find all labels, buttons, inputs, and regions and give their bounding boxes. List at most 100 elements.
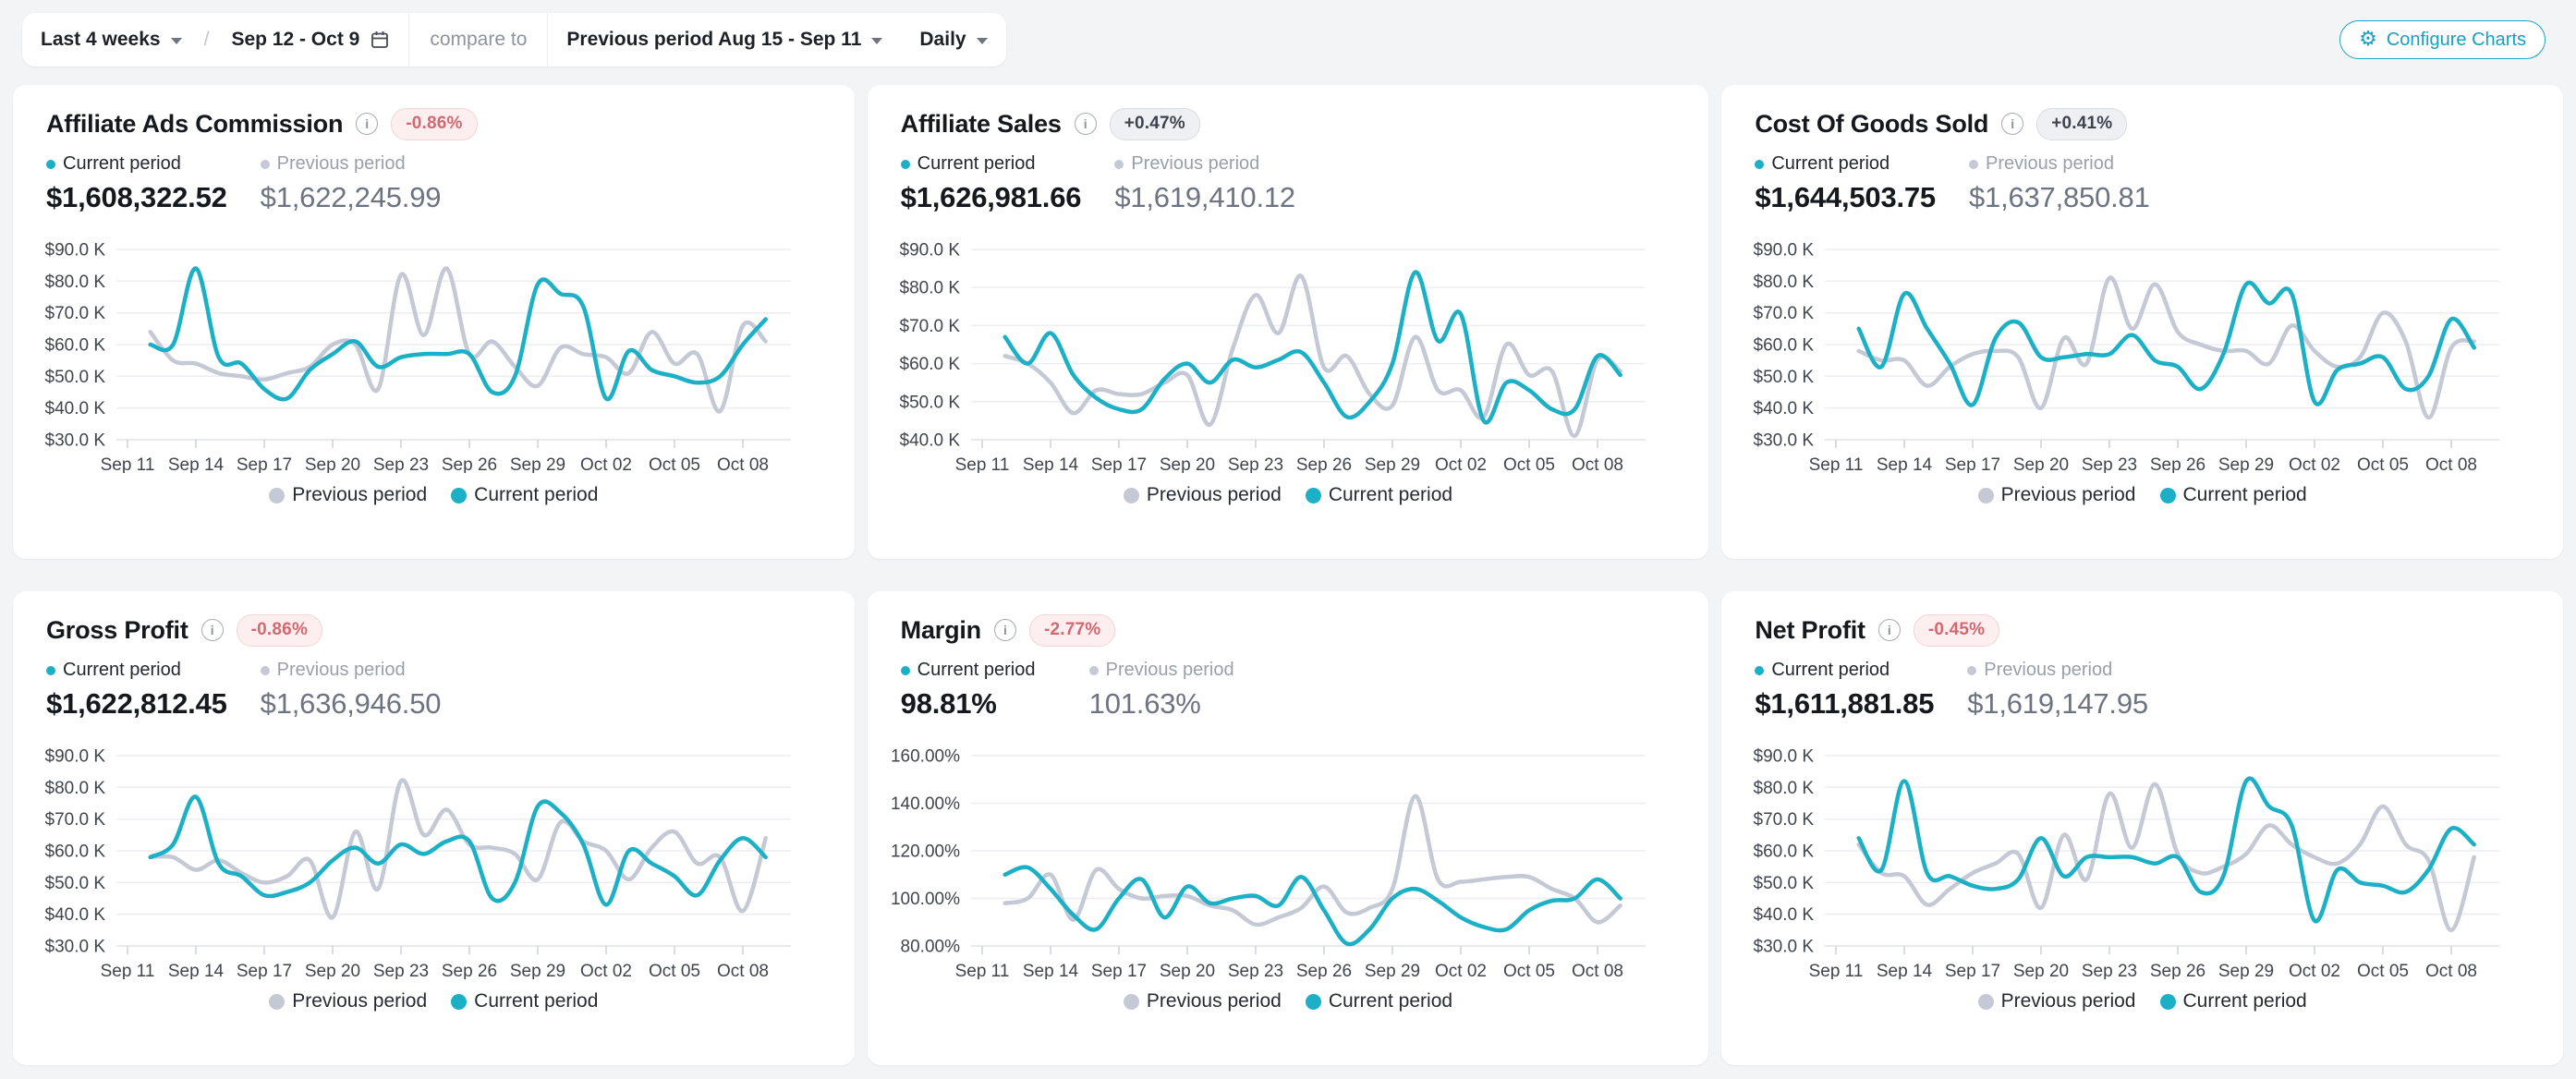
info-icon[interactable]: i xyxy=(201,619,224,641)
legend-item-previous[interactable]: Previous period xyxy=(1978,484,2136,506)
chevron-down-icon xyxy=(171,38,182,44)
svg-text:Sep 29: Sep 29 xyxy=(510,962,565,979)
svg-text:$80.0 K: $80.0 K xyxy=(45,779,106,798)
previous-series-dot-icon xyxy=(1978,488,1994,503)
svg-text:Sep 17: Sep 17 xyxy=(237,962,292,979)
card-title: Margin xyxy=(901,616,981,645)
chart-legend: Previous period Current period xyxy=(1755,990,2530,1012)
svg-text:$70.0 K: $70.0 K xyxy=(45,810,106,830)
current-period-label: Current period xyxy=(917,153,1036,175)
svg-text:$30.0 K: $30.0 K xyxy=(1754,938,1815,957)
info-icon[interactable]: i xyxy=(994,619,1016,641)
svg-text:$40.0 K: $40.0 K xyxy=(45,905,106,925)
current-period-label: Current period xyxy=(1771,153,1889,175)
current-period-dot-icon xyxy=(46,160,55,169)
svg-text:$60.0 K: $60.0 K xyxy=(1754,336,1815,356)
current-period-value: $1,622,812.45 xyxy=(46,687,227,721)
legend-current-label: Current period xyxy=(1329,484,1452,506)
period-stats: Current period $1,622,812.45 Previous pe… xyxy=(46,660,821,721)
current-series-dot-icon xyxy=(451,994,467,1010)
legend-item-previous[interactable]: Previous period xyxy=(269,484,427,506)
current-period-value: $1,626,981.66 xyxy=(901,181,1082,214)
card-title: Affiliate Sales xyxy=(901,110,1062,139)
chart-area: 160.00%140.00%120.00%100.00%80.00%Sep 11… xyxy=(879,745,1676,979)
legend-item-current[interactable]: Current period xyxy=(1306,990,1452,1012)
previous-period-stat: Previous period $1,622,245.99 xyxy=(261,153,442,214)
svg-text:Sep 23: Sep 23 xyxy=(2082,455,2137,473)
chart-area: $90.0 K$80.0 K$70.0 K$60.0 K$50.0 K$40.0… xyxy=(1732,238,2530,473)
svg-text:$80.0 K: $80.0 K xyxy=(45,273,106,292)
chart-area: $90.0 K$80.0 K$70.0 K$60.0 K$50.0 K$40.0… xyxy=(24,745,821,979)
previous-period-stat: Previous period $1,619,147.95 xyxy=(1967,660,2148,721)
svg-text:$30.0 K: $30.0 K xyxy=(45,431,106,451)
svg-text:$70.0 K: $70.0 K xyxy=(1754,810,1815,830)
metric-card: Gross Profit i -0.86% Current period $1,… xyxy=(13,591,855,1065)
period-stats: Current period $1,611,881.85 Previous pe… xyxy=(1755,660,2530,721)
metric-line-chart[interactable]: 160.00%140.00%120.00%100.00%80.00%Sep 11… xyxy=(879,745,1664,979)
compare-period-dropdown[interactable]: Previous period Aug 15 - Sep 11 xyxy=(548,29,901,51)
svg-text:Sep 14: Sep 14 xyxy=(168,962,225,979)
configure-charts-label: Configure Charts xyxy=(2387,30,2526,51)
svg-text:Oct 02: Oct 02 xyxy=(2289,455,2340,473)
legend-item-previous[interactable]: Previous period xyxy=(1978,990,2136,1012)
compare-to-label: compare to xyxy=(409,29,547,51)
configure-charts-button[interactable]: ⚙ Configure Charts xyxy=(2339,20,2546,59)
legend-current-label: Current period xyxy=(2183,990,2307,1012)
svg-text:$40.0 K: $40.0 K xyxy=(899,431,960,451)
previous-series-dot-icon xyxy=(1978,994,1994,1010)
svg-text:$60.0 K: $60.0 K xyxy=(45,336,106,356)
legend-item-current[interactable]: Current period xyxy=(1306,484,1452,506)
metric-line-chart[interactable]: $90.0 K$80.0 K$70.0 K$60.0 K$50.0 K$40.0… xyxy=(1732,745,2518,979)
legend-item-current[interactable]: Current period xyxy=(451,990,598,1012)
metric-line-chart[interactable]: $90.0 K$80.0 K$70.0 K$60.0 K$50.0 K$40.0… xyxy=(24,745,809,979)
svg-text:160.00%: 160.00% xyxy=(891,747,960,767)
svg-text:Sep 14: Sep 14 xyxy=(1023,962,1079,979)
svg-text:Oct 08: Oct 08 xyxy=(2425,455,2477,473)
metric-line-chart[interactable]: $90.0 K$80.0 K$70.0 K$60.0 K$50.0 K$40.0… xyxy=(24,238,809,473)
svg-text:Oct 02: Oct 02 xyxy=(1435,962,1487,979)
legend-previous-label: Previous period xyxy=(1147,990,1282,1012)
period-stats: Current period $1,608,322.52 Previous pe… xyxy=(46,153,821,214)
previous-period-stat: Previous period $1,619,410.12 xyxy=(1114,153,1295,214)
info-icon[interactable]: i xyxy=(2001,113,2023,135)
legend-item-current[interactable]: Current period xyxy=(451,484,598,506)
svg-text:80.00%: 80.00% xyxy=(900,938,960,957)
change-badge: -0.86% xyxy=(237,614,322,647)
previous-period-label: Previous period xyxy=(1131,153,1259,175)
info-icon[interactable]: i xyxy=(1075,113,1097,135)
granularity-dropdown[interactable]: Daily xyxy=(901,29,1005,51)
legend-item-current[interactable]: Current period xyxy=(2160,484,2307,506)
previous-period-stat: Previous period $1,636,946.50 xyxy=(261,660,442,721)
current-period-dot-icon xyxy=(1755,666,1764,675)
previous-period-label: Previous period xyxy=(1986,153,2114,175)
svg-text:$70.0 K: $70.0 K xyxy=(899,317,960,336)
range-preset-label: Last 4 weeks xyxy=(41,29,161,51)
legend-item-previous[interactable]: Previous period xyxy=(269,990,427,1012)
date-range-picker[interactable]: Sep 12 - Oct 9 xyxy=(213,29,408,51)
legend-item-current[interactable]: Current period xyxy=(2160,990,2307,1012)
svg-text:Sep 14: Sep 14 xyxy=(1023,455,1079,473)
legend-item-previous[interactable]: Previous period xyxy=(1124,484,1282,506)
info-icon[interactable]: i xyxy=(356,113,378,135)
svg-text:Oct 05: Oct 05 xyxy=(2357,962,2409,979)
info-icon[interactable]: i xyxy=(1878,619,1901,641)
svg-text:Sep 20: Sep 20 xyxy=(1160,455,1215,473)
svg-text:Sep 26: Sep 26 xyxy=(1296,455,1352,473)
chevron-down-icon xyxy=(871,38,882,44)
svg-text:Oct 08: Oct 08 xyxy=(717,455,769,473)
metric-line-chart[interactable]: $90.0 K$80.0 K$70.0 K$60.0 K$50.0 K$40.0… xyxy=(1732,238,2518,473)
svg-text:$80.0 K: $80.0 K xyxy=(1754,273,1815,292)
current-period-value: $1,644,503.75 xyxy=(1755,181,1936,214)
svg-text:Sep 14: Sep 14 xyxy=(1877,455,1933,473)
svg-text:Sep 23: Sep 23 xyxy=(2082,962,2137,979)
svg-text:Sep 17: Sep 17 xyxy=(1091,962,1147,979)
current-period-stat: Current period $1,644,503.75 xyxy=(1755,153,1936,214)
svg-text:Sep 20: Sep 20 xyxy=(1160,962,1215,979)
legend-item-previous[interactable]: Previous period xyxy=(1124,990,1282,1012)
svg-text:$60.0 K: $60.0 K xyxy=(1754,843,1815,862)
dashboard-page: Last 4 weeks / Sep 12 - Oct 9 compare to… xyxy=(0,0,2576,1078)
svg-text:$80.0 K: $80.0 K xyxy=(899,279,960,298)
svg-text:Oct 05: Oct 05 xyxy=(1503,455,1555,473)
range-preset-dropdown[interactable]: Last 4 weeks xyxy=(22,29,200,51)
metric-line-chart[interactable]: $90.0 K$80.0 K$70.0 K$60.0 K$50.0 K$40.0… xyxy=(879,238,1664,473)
